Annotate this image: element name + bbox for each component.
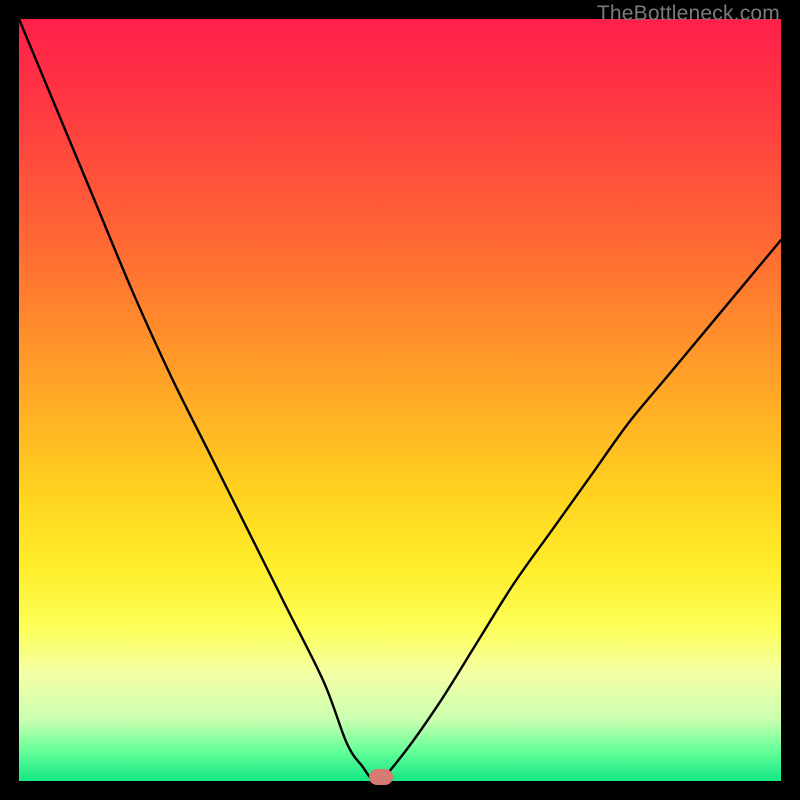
optimal-marker [369, 769, 393, 785]
chart-frame: TheBottleneck.com [0, 0, 800, 800]
watermark-text: TheBottleneck.com [597, 2, 780, 26]
bottleneck-curve [19, 19, 781, 781]
plot-area [19, 19, 781, 781]
